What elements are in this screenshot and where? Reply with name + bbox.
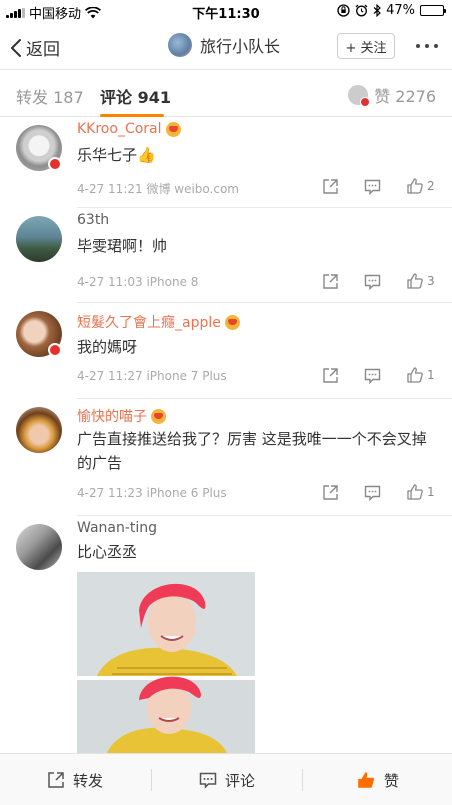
- comment-author-name: 短髮久了會上癮_apple: [77, 315, 221, 331]
- tab-comments[interactable]: 评论 941: [100, 84, 171, 108]
- comment-text: 毕雯珺啊！帅: [77, 237, 168, 255]
- battery-percent: 47%: [386, 3, 415, 18]
- bluetooth-icon: [373, 4, 381, 17]
- comment-author[interactable]: 短髮久了會上癮_apple: [77, 312, 240, 332]
- active-tab-indicator: [100, 114, 164, 117]
- comment-text: 乐华七子👍: [77, 146, 156, 164]
- back-label: 返回: [26, 40, 60, 60]
- status-bar: 中国移动 下午11:30 47%: [0, 0, 452, 22]
- detail-tabs: 转发 187 评论 941 赞 2276: [0, 71, 452, 117]
- comment-author-name: KKroo_Coral: [77, 121, 162, 137]
- repost-label: 转发: [72, 771, 103, 790]
- like-button[interactable]: 3: [406, 272, 435, 290]
- comment-meta: 4-27 11:27 iPhone 7 Plus: [77, 369, 227, 383]
- status-right: 47%: [337, 3, 446, 18]
- forward-icon[interactable]: [322, 273, 339, 290]
- like-count: 1: [427, 485, 435, 499]
- thumbs-up-icon: [358, 772, 374, 788]
- forward-icon[interactable]: [322, 367, 339, 384]
- more-menu-icon[interactable]: [416, 36, 438, 48]
- comment-icon: [199, 772, 217, 789]
- avatar[interactable]: [16, 407, 62, 453]
- avatar[interactable]: [16, 524, 62, 570]
- comment-icon[interactable]: [364, 368, 381, 384]
- like-label: 赞: [383, 771, 399, 790]
- account-title[interactable]: 旅行小队长: [168, 33, 280, 57]
- account-name: 旅行小队长: [200, 37, 281, 56]
- thumbs-up-icon: [407, 484, 423, 500]
- comment-actions: 1: [322, 367, 440, 385]
- tab-likes[interactable]: 赞 2276: [348, 83, 436, 107]
- like-count: 3: [427, 274, 435, 288]
- comment-text: 我的媽呀: [77, 338, 138, 356]
- comment-divider: [77, 398, 452, 399]
- comment-icon[interactable]: [364, 274, 381, 290]
- like-count: 2: [427, 179, 435, 193]
- vip-crown-icon: [151, 408, 166, 424]
- comment-divider: [77, 207, 452, 208]
- verified-badge-icon: [48, 343, 62, 357]
- comment-author-name: Wanan-ting: [77, 520, 158, 536]
- like-button[interactable]: 2: [406, 177, 435, 195]
- comment-meta: 4-27 11:03 iPhone 8: [77, 275, 199, 289]
- liker-avatar: [348, 85, 371, 107]
- comment-actions: 3: [322, 273, 440, 291]
- comment-divider: [77, 515, 452, 516]
- tab-likes-label: 赞 2276: [374, 87, 436, 106]
- tab-repost[interactable]: 转发 187: [16, 84, 84, 108]
- vip-crown-icon: [165, 121, 181, 137]
- comment-author[interactable]: Wanan-ting: [77, 520, 157, 536]
- comment-icon[interactable]: [364, 485, 381, 501]
- nav-bar: 返回 旅行小队长 + 关注: [0, 22, 452, 70]
- follow-button[interactable]: + 关注: [337, 33, 395, 59]
- comment-author-name: 63th: [77, 212, 110, 228]
- account-avatar: [168, 33, 192, 57]
- comment-meta: 4-27 11:21 微博 weibo.com: [77, 182, 239, 196]
- comment-author-name: 愉快的喵子: [77, 409, 147, 425]
- comment-icon[interactable]: [364, 179, 381, 195]
- comment-label: 评论: [224, 771, 255, 790]
- forward-icon[interactable]: [322, 484, 339, 501]
- bottom-action-bar: 转发 评论 赞: [0, 753, 452, 805]
- comment-divider: [77, 302, 452, 303]
- comment-button[interactable]: 评论: [152, 754, 302, 805]
- forward-icon[interactable]: [322, 178, 339, 195]
- verified-badge-icon: [48, 157, 62, 171]
- thumbs-up-icon: [407, 178, 423, 194]
- repost-icon: [48, 772, 64, 788]
- battery-icon: [420, 5, 446, 16]
- vip-crown-icon: [224, 314, 240, 330]
- rotation-lock-icon: [337, 4, 350, 17]
- comment-actions: 2: [322, 178, 440, 196]
- comment-actions: 1: [322, 484, 440, 502]
- photo-image: [77, 572, 255, 753]
- repost-button[interactable]: 转发: [0, 754, 150, 805]
- like-button[interactable]: 1: [406, 483, 435, 501]
- like-button[interactable]: 赞: [303, 754, 452, 805]
- alarm-icon: [355, 4, 368, 17]
- comment-photo[interactable]: [77, 572, 255, 753]
- comment-author[interactable]: KKroo_Coral: [77, 121, 181, 137]
- comment-author[interactable]: 愉快的喵子: [77, 406, 166, 426]
- like-count: 1: [427, 368, 435, 382]
- comment-text: 比心丞丞: [77, 543, 138, 561]
- comment-meta: 4-27 11:23 iPhone 6 Plus: [77, 486, 227, 500]
- like-button[interactable]: 1: [406, 366, 435, 384]
- chevron-left-icon: [11, 38, 21, 57]
- back-button[interactable]: 返回: [10, 35, 60, 60]
- thumbs-up-icon: [407, 273, 423, 289]
- thumbs-up-icon: [407, 367, 423, 383]
- comment-text: 广告直接推送给我了？厉害 这是我唯一一个不会叉掉的广告: [77, 430, 427, 472]
- avatar[interactable]: [16, 216, 62, 262]
- comment-author[interactable]: 63th: [77, 212, 109, 228]
